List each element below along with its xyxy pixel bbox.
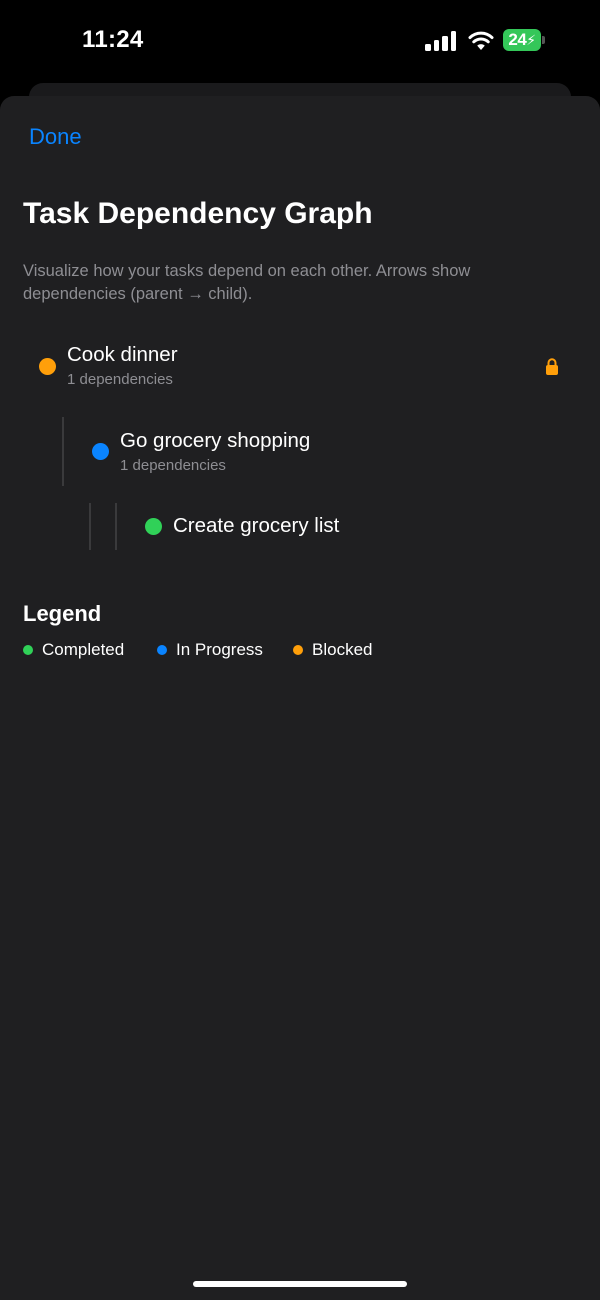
legend-dot [157, 645, 167, 655]
wifi-icon [468, 31, 494, 50]
status-time: 11:24 [82, 26, 144, 53]
battery-nub [542, 36, 545, 44]
legend-dot [23, 645, 33, 655]
status-dot-completed [145, 518, 162, 535]
node-dependency-count: 1 dependencies [120, 457, 226, 474]
node-dependency-count: 1 dependencies [67, 371, 173, 388]
legend-title: Legend [23, 601, 102, 626]
lock-icon [546, 358, 558, 375]
legend-dot [293, 645, 303, 655]
node-title: Go grocery shopping [120, 429, 311, 452]
legend-label: In Progress [176, 640, 263, 659]
page-title: Task Dependency Graph [23, 197, 373, 230]
status-dot-blocked [39, 358, 56, 375]
dependency-connector [62, 417, 64, 486]
legend-label: Completed [42, 640, 125, 659]
node-title: Cook dinner [67, 343, 178, 366]
dependency-connector [89, 503, 91, 550]
done-button[interactable]: Done [29, 124, 82, 150]
dependency-connector [115, 503, 117, 550]
battery-charging-icon: 24 ⚡ [503, 29, 541, 51]
status-bar: 11:24 24 ⚡ [0, 0, 600, 82]
status-dot-in-progress [92, 443, 109, 460]
node-title: Create grocery list [173, 514, 340, 537]
page-subtitle: Visualize how your tasks depend on each … [23, 262, 471, 303]
signal-icon [425, 31, 457, 51]
legend-label: Blocked [312, 640, 373, 659]
battery-level: 24 [508, 30, 527, 49]
screen: 11:24 24 ⚡ Done Task Dependency Graph Vis… [0, 0, 600, 1300]
home-indicator[interactable] [193, 1281, 407, 1287]
